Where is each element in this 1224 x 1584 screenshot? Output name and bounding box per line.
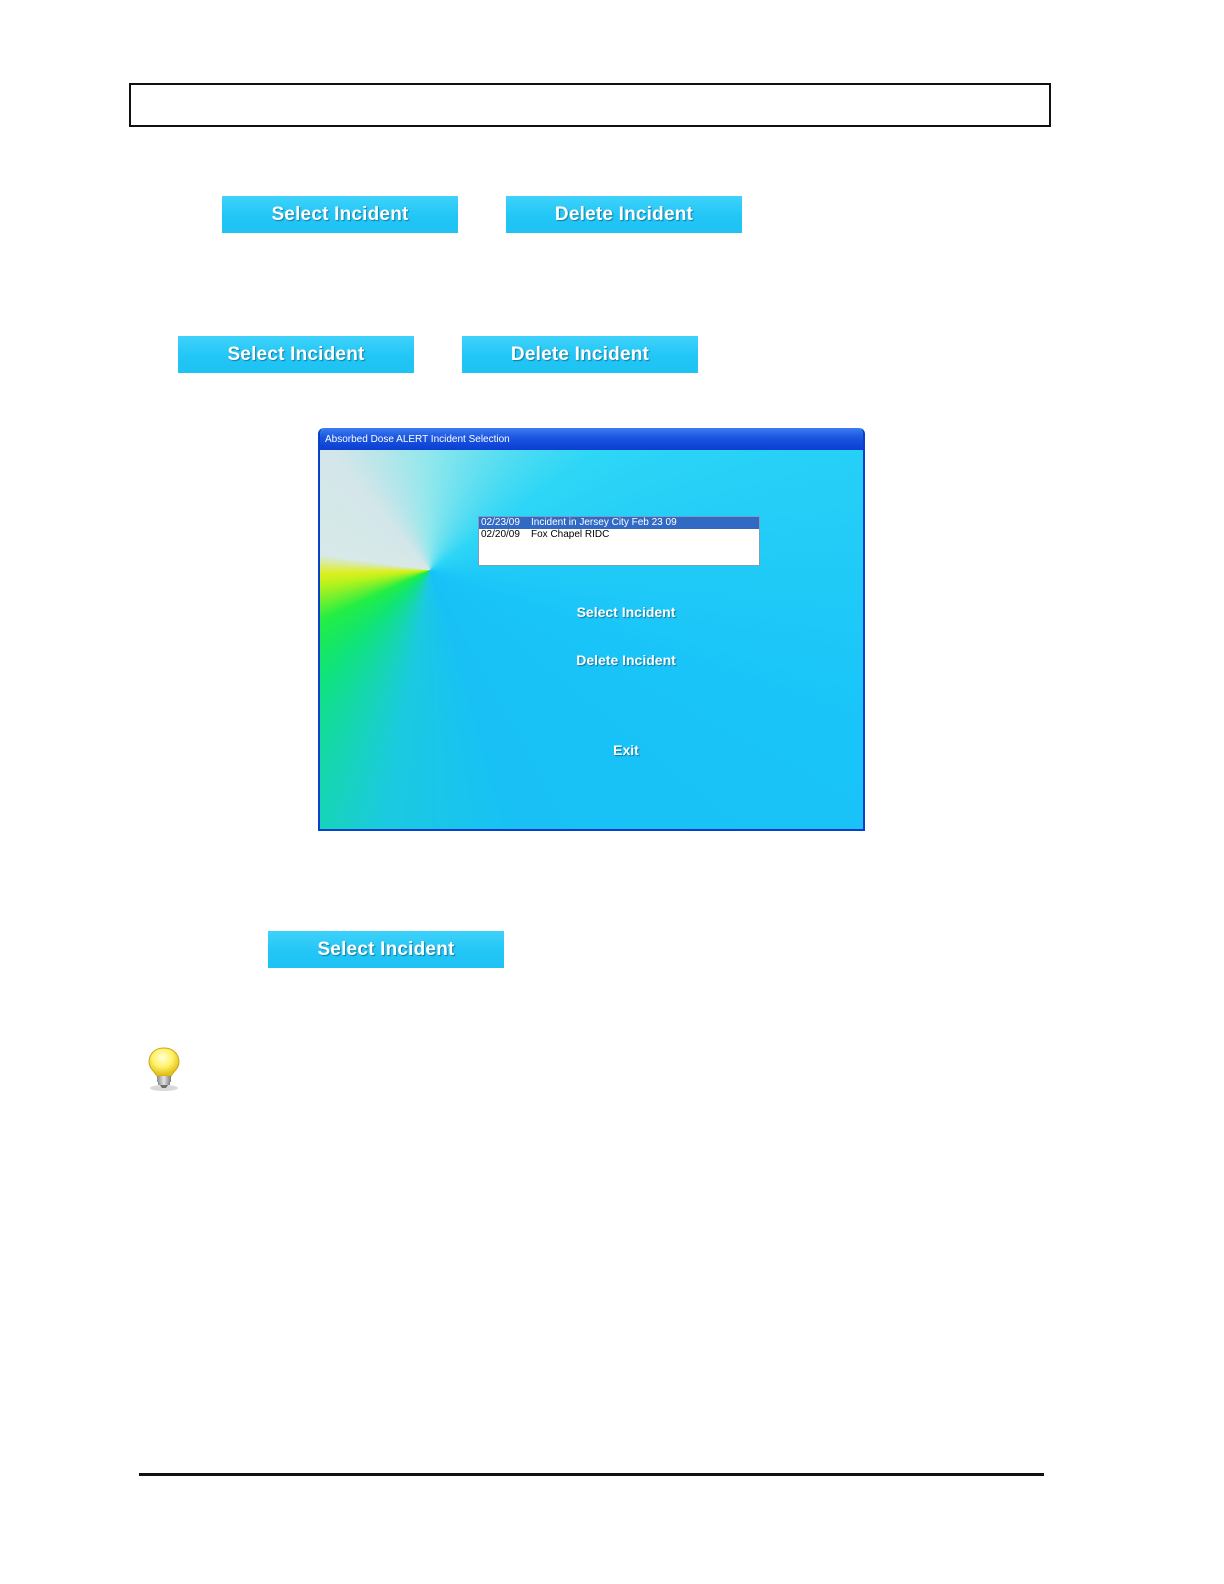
- select-incident-button[interactable]: Select Incident: [178, 336, 414, 373]
- incident-date: 02/23/09: [481, 517, 520, 528]
- list-item[interactable]: 02/20/09 Fox Chapel RIDC: [479, 529, 759, 541]
- incident-listbox[interactable]: 02/23/09 Incident in Jersey City Feb 23 0…: [478, 516, 760, 566]
- incident-date: 02/20/09: [481, 529, 520, 540]
- window-exit-button[interactable]: Exit: [546, 742, 706, 758]
- header-box: [129, 83, 1051, 127]
- delete-incident-button[interactable]: Delete Incident: [506, 196, 742, 233]
- window-select-incident-button[interactable]: Select Incident: [546, 604, 706, 620]
- lightbulb-icon: [146, 1046, 182, 1092]
- window-delete-incident-button[interactable]: Delete Incident: [546, 652, 706, 668]
- delete-incident-button[interactable]: Delete Incident: [462, 336, 698, 373]
- incident-name: Fox Chapel RIDC: [531, 529, 610, 540]
- window-client-area: 02/23/09 Incident in Jersey City Feb 23 0…: [320, 450, 863, 829]
- footer-rule: [139, 1473, 1044, 1476]
- incident-name: Incident in Jersey City Feb 23 09: [531, 517, 677, 528]
- incident-selection-window: Absorbed Dose ALERT Incident Selection 0…: [318, 428, 865, 831]
- select-incident-button[interactable]: Select Incident: [222, 196, 458, 233]
- list-item[interactable]: 02/23/09 Incident in Jersey City Feb 23 0…: [479, 517, 759, 529]
- window-title: Absorbed Dose ALERT Incident Selection: [320, 428, 863, 450]
- select-incident-button[interactable]: Select Incident: [268, 931, 504, 968]
